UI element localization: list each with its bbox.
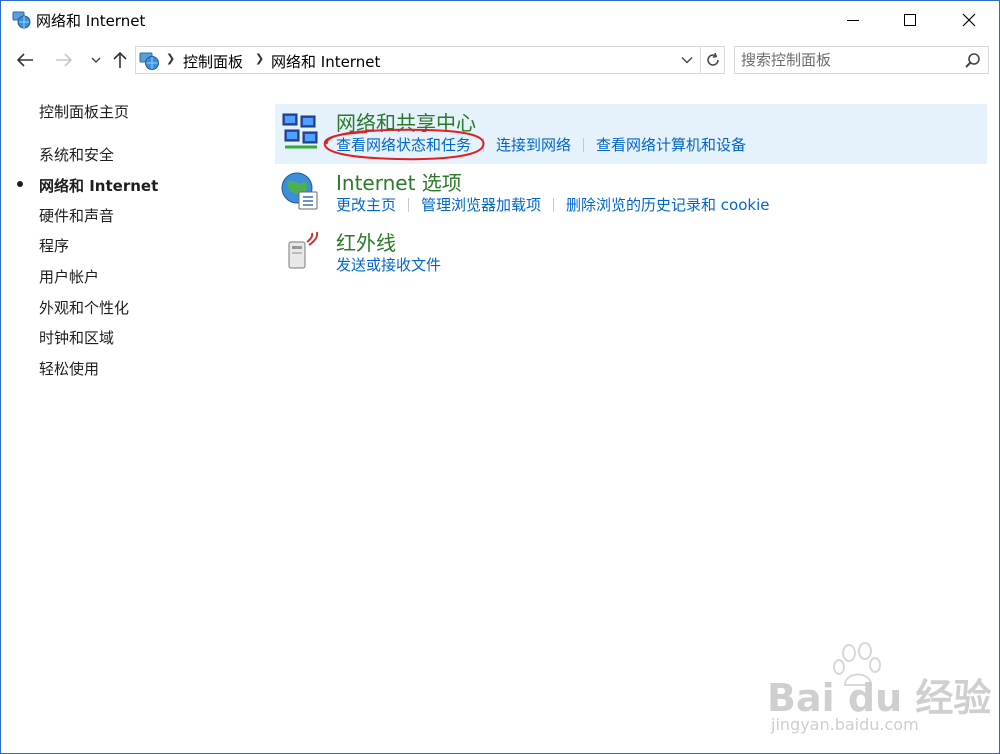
baidu-jingyan-watermark: Bai du 经验 jingyan.baidu.com — [761, 641, 991, 741]
infrared-icon[interactable] — [279, 230, 321, 272]
close-icon — [962, 13, 976, 27]
close-button[interactable] — [946, 1, 992, 39]
search-input[interactable] — [741, 50, 956, 70]
sidebar-item-ease-of-access[interactable]: 轻松使用 — [39, 358, 99, 379]
control-panel-window: 网络和 Internet ❯ 控制面板 ❯ 网络和 Internet 搜索控制面… — [0, 0, 1000, 754]
category-internet-options: Internet 选项 更改主页 管理浏览器加载项 删除浏览的历史记录和 cooki… — [275, 164, 987, 224]
maximize-button[interactable] — [887, 1, 933, 39]
chevron-down-icon — [681, 57, 693, 64]
category-title[interactable]: Internet 选项 — [336, 167, 462, 196]
link-connect-to-network[interactable]: 连接到网络 — [496, 134, 571, 155]
forward-button[interactable] — [53, 49, 75, 71]
sidebar-item-control-panel-home[interactable]: 控制面板主页 — [39, 101, 129, 122]
sidebar-item-programs[interactable]: 程序 — [39, 235, 69, 256]
breadcrumb-network-internet[interactable]: 网络和 Internet — [271, 51, 380, 72]
link-separator — [553, 198, 555, 212]
category-title[interactable]: 红外线 — [336, 227, 396, 256]
refresh-button[interactable] — [701, 46, 725, 74]
category-network-sharing-center: 网络和共享中心 查看网络状态和任务 连接到网络 查看网络计算机和设备 — [275, 104, 987, 164]
category-title[interactable]: 网络和共享中心 — [336, 107, 476, 136]
search-box[interactable] — [734, 46, 989, 74]
internet-options-globe-icon[interactable] — [279, 170, 321, 212]
back-button[interactable] — [14, 49, 36, 71]
minimize-icon — [847, 20, 859, 21]
up-button[interactable] — [109, 49, 131, 71]
watermark-url: jingyan.baidu.com — [771, 715, 919, 734]
breadcrumb-separator-icon[interactable]: ❯ — [255, 52, 264, 65]
category-links: 查看网络状态和任务 连接到网络 查看网络计算机和设备 — [336, 134, 746, 156]
sidebar-item-appearance[interactable]: 外观和个性化 — [39, 297, 129, 318]
title-bar[interactable]: 网络和 Internet — [1, 1, 999, 39]
link-separator — [583, 138, 585, 152]
link-separator — [408, 198, 410, 212]
navigation-bar: ❯ 控制面板 ❯ 网络和 Internet — [1, 39, 999, 83]
sidebar-item-hardware-sound[interactable]: 硬件和声音 — [39, 205, 114, 226]
network-globe-app-icon — [11, 10, 31, 30]
sidebar-item-user-accounts[interactable]: 用户帐户 — [39, 266, 99, 287]
link-send-receive-files[interactable]: 发送或接收文件 — [336, 254, 441, 275]
maximize-icon — [904, 14, 916, 26]
control-panel-icon — [138, 50, 160, 72]
arrow-up-icon — [113, 51, 127, 68]
chevron-down-icon — [91, 57, 101, 63]
link-manage-addons[interactable]: 管理浏览器加载项 — [421, 194, 541, 215]
link-view-network-computers[interactable]: 查看网络计算机和设备 — [596, 134, 746, 155]
link-change-homepage[interactable]: 更改主页 — [336, 194, 396, 215]
sidebar-item-system-security[interactable]: 系统和安全 — [39, 144, 114, 165]
link-delete-browsing-history[interactable]: 删除浏览的历史记录和 cookie — [566, 194, 769, 215]
network-sharing-center-icon[interactable] — [279, 110, 321, 152]
search-icon[interactable] — [963, 51, 983, 71]
category-infrared: 红外线 发送或接收文件 — [275, 224, 987, 284]
sidebar-item-clock-region[interactable]: 时钟和区域 — [39, 327, 114, 348]
category-links: 更改主页 管理浏览器加载项 删除浏览的历史记录和 cookie — [336, 194, 770, 216]
breadcrumb-separator-icon[interactable]: ❯ — [166, 52, 175, 65]
link-separator — [483, 138, 485, 152]
watermark-logo: Bai du 经验 — [767, 676, 992, 720]
address-bar[interactable]: ❯ 控制面板 ❯ 网络和 Internet — [135, 46, 701, 74]
sidebar-item-network-internet[interactable]: 网络和 Internet — [39, 175, 158, 196]
breadcrumb-control-panel[interactable]: 控制面板 — [183, 51, 243, 72]
recent-locations-button[interactable] — [85, 49, 107, 71]
minimize-button[interactable] — [830, 1, 876, 39]
category-list: 网络和共享中心 查看网络状态和任务 连接到网络 查看网络计算机和设备 Interne… — [275, 104, 989, 704]
arrow-left-icon — [16, 53, 33, 67]
category-links: 发送或接收文件 — [336, 254, 441, 276]
address-history-dropdown[interactable] — [676, 49, 698, 71]
active-bullet-icon — [17, 181, 23, 187]
arrow-right-icon — [56, 53, 73, 67]
refresh-icon — [706, 52, 719, 66]
link-view-network-status[interactable]: 查看网络状态和任务 — [336, 134, 471, 155]
window-title: 网络和 Internet — [36, 12, 146, 30]
sidebar: 控制面板主页 系统和安全 网络和 Internet 硬件和声音 程序 用户帐户 … — [1, 83, 261, 743]
